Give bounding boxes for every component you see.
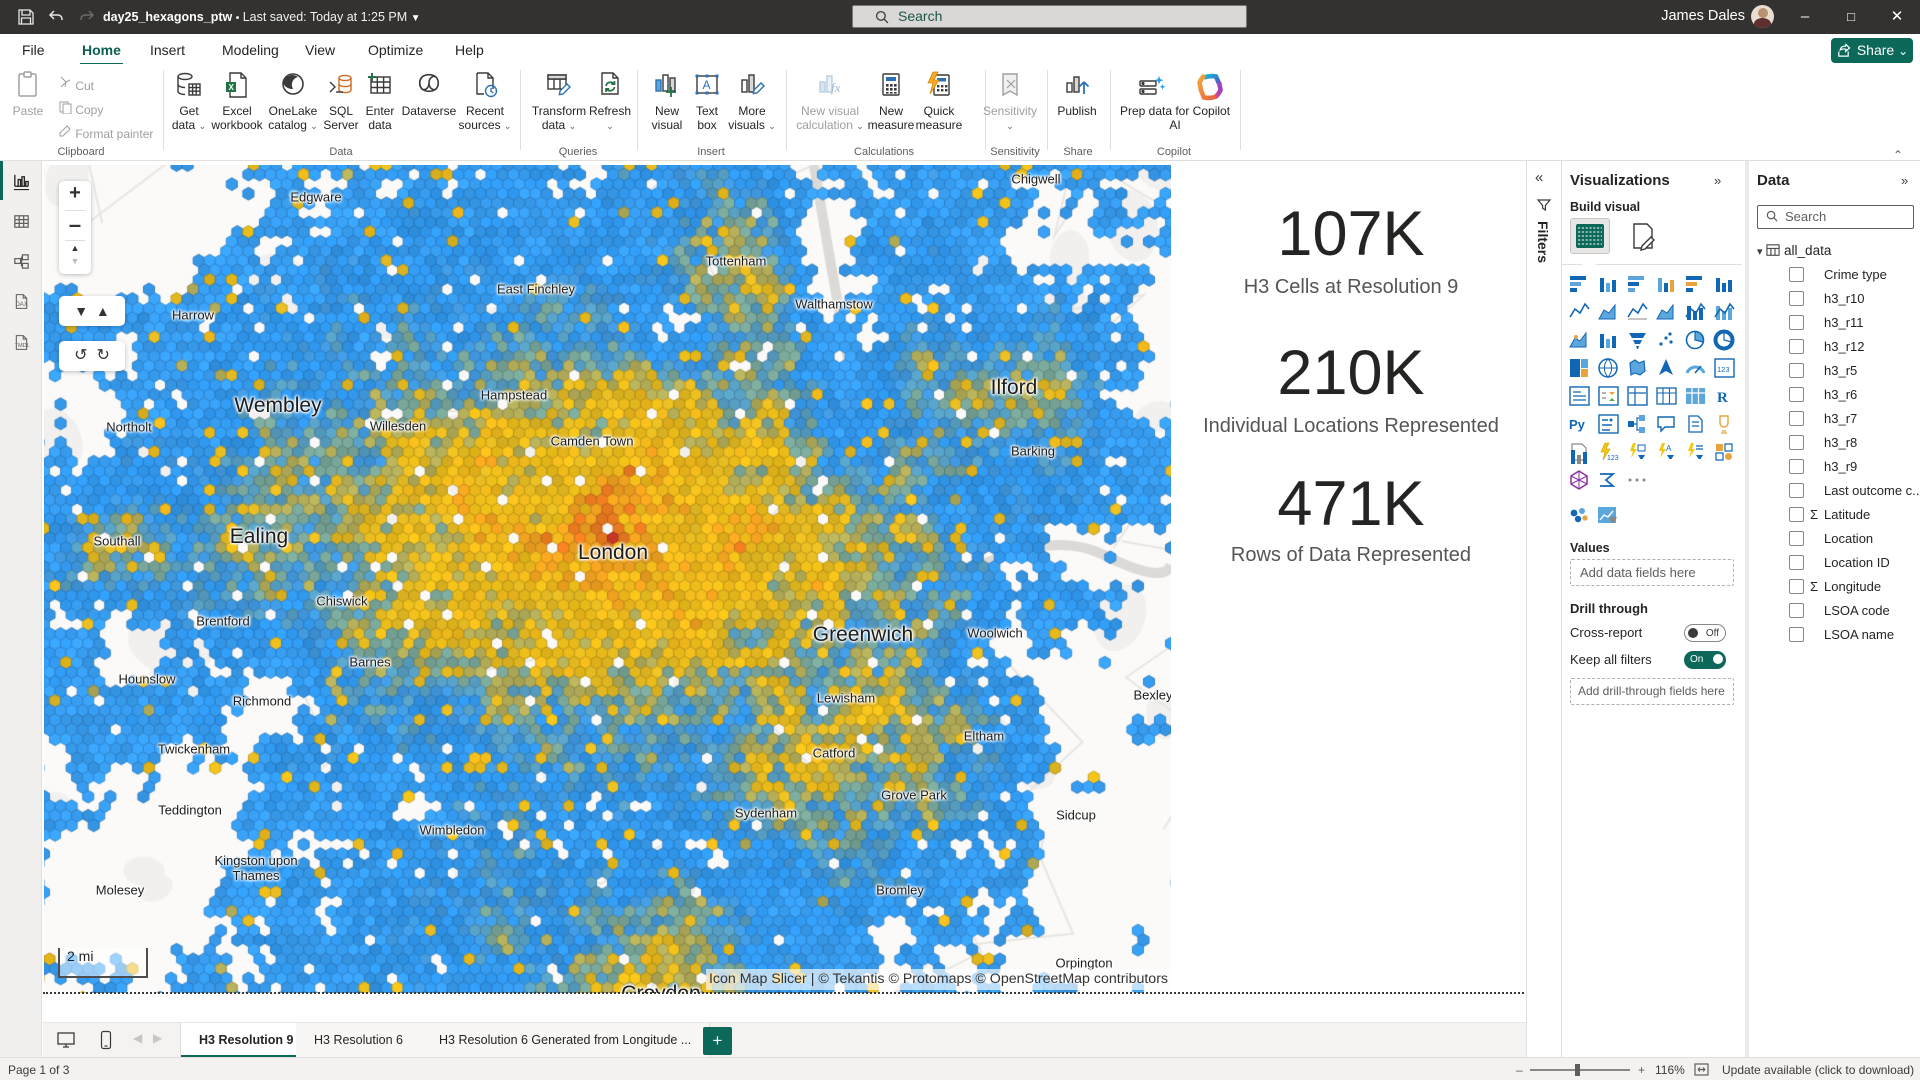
svg-text:123: 123	[1607, 455, 1619, 462]
svg-text:A: A	[1666, 444, 1672, 453]
svg-text:Py: Py	[1569, 417, 1586, 432]
svg-text:TMDL: TMDL	[15, 343, 30, 349]
svg-text:fx: fx	[831, 80, 841, 95]
svg-text:R: R	[1717, 390, 1728, 406]
svg-text:DAX: DAX	[15, 302, 27, 308]
svg-text:X: X	[229, 83, 235, 92]
svg-text:123: 123	[1717, 365, 1730, 374]
